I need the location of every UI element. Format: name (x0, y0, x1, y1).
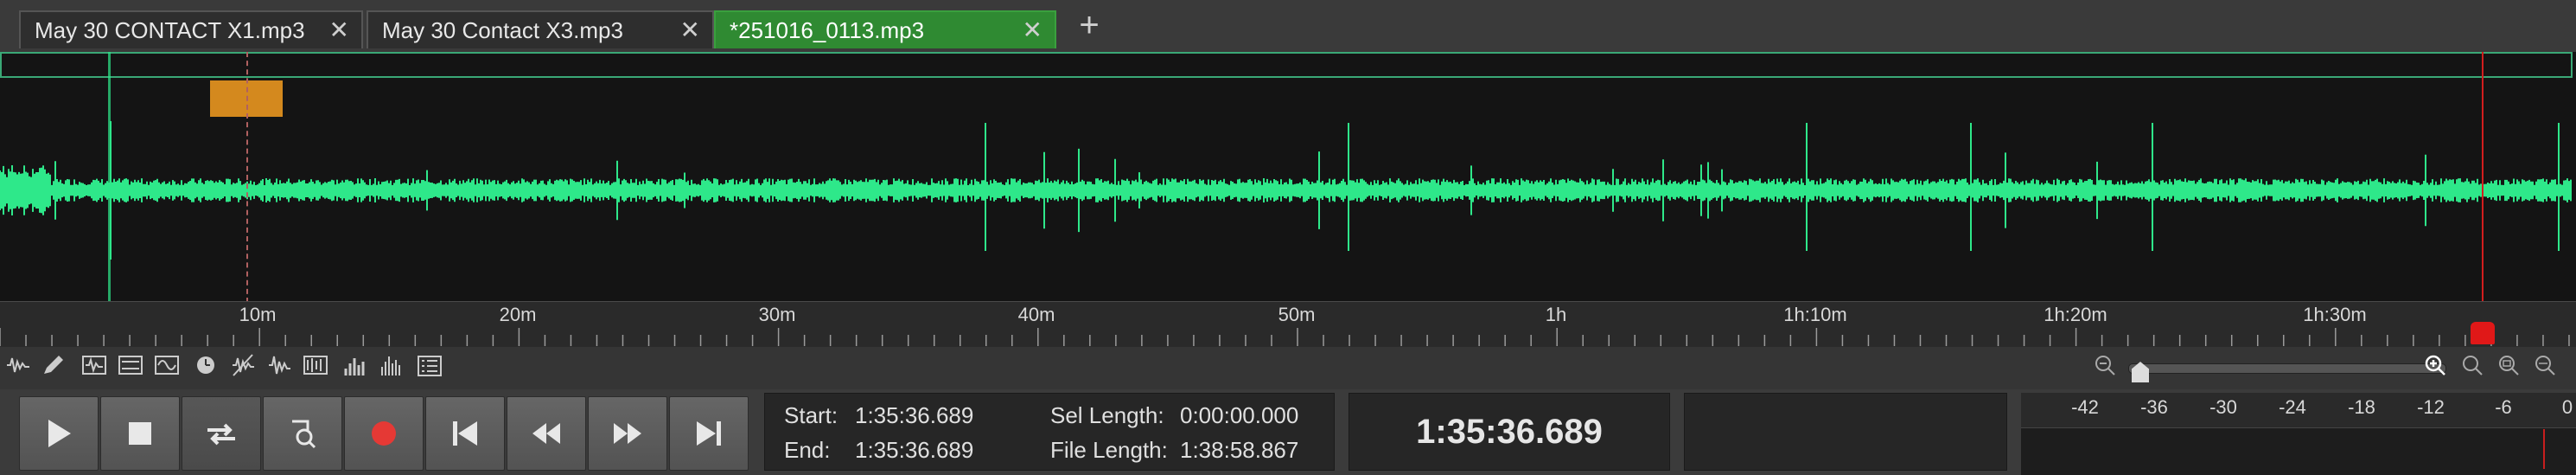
current-time: 1:35:36.689 (1416, 412, 1603, 451)
tab-label: *251016_0113.mp3 (730, 16, 925, 43)
meter-bar (2021, 427, 2576, 475)
cursor-line (246, 52, 248, 303)
list-icon[interactable] (415, 353, 444, 381)
tab-label: May 30 Contact X3.mp3 (382, 16, 623, 43)
ruler-label: 1h:30m (2303, 304, 2367, 325)
tab-file-3[interactable]: *251016_0113.mp3 ✕ (714, 10, 1056, 48)
meter-label: -30 (2209, 396, 2237, 418)
zoom-selection-icon[interactable] (2457, 353, 2488, 382)
loop-icon (207, 423, 235, 446)
zoom-in-icon[interactable] (2420, 353, 2452, 382)
level-meter: -42 -36 -30 -24 -18 -12 -6 0 (2021, 393, 2576, 475)
sel-length-value[interactable]: 0:00:00.000 (1180, 402, 1298, 429)
timer-icon[interactable] (192, 353, 221, 381)
close-icon[interactable]: ✕ (680, 17, 700, 43)
play-button[interactable] (19, 396, 99, 471)
ruler-label: 10m (239, 304, 277, 325)
effect-1-icon[interactable] (80, 353, 109, 381)
ruler-ticks (0, 328, 2570, 347)
stop-icon (129, 422, 151, 445)
fast-forward-button[interactable] (588, 396, 667, 471)
rewind-button[interactable] (507, 396, 586, 471)
normalize-icon[interactable] (301, 353, 330, 381)
ruler-label: 1h:10m (1783, 304, 1847, 325)
spectrum-icon[interactable] (341, 353, 370, 381)
tab-file-1[interactable]: May 30 CONTACT X1.mp3 ✕ (19, 10, 363, 48)
timeline-ruler[interactable]: 10m 20m 30m 40m 50m 1h 1h:10m 1h:20m 1h:… (0, 301, 2576, 347)
add-tab-button[interactable]: + (1072, 8, 1106, 43)
meter-label: -18 (2348, 396, 2375, 418)
file-length-label: File Length: (1050, 437, 1168, 463)
end-label: End: (784, 437, 831, 463)
ruler-label: 50m (1278, 304, 1316, 325)
close-icon[interactable]: ✕ (329, 17, 349, 43)
loop-button[interactable] (182, 396, 261, 471)
end-value[interactable]: 1:35:36.689 (855, 437, 973, 464)
playhead-handle[interactable] (2471, 322, 2495, 344)
effect-2-icon[interactable] (116, 353, 145, 381)
levels-icon[interactable] (377, 353, 406, 381)
sel-length-label: Sel Length: (1050, 402, 1164, 428)
zoom-fit-icon[interactable] (2493, 353, 2524, 382)
selection-info-panel: Start: 1:35:36.689 End: 1:35:36.689 Sel … (764, 393, 1335, 471)
ruler-label: 40m (1017, 304, 1055, 325)
go-to-start-button[interactable] (425, 396, 505, 471)
go-to-end-button[interactable] (669, 396, 749, 471)
skip-back-icon (453, 421, 477, 446)
skip-forward-icon (697, 421, 721, 446)
ruler-label: 1h:20m (2044, 304, 2107, 325)
tab-label: May 30 CONTACT X1.mp3 (35, 16, 305, 43)
pencil-icon[interactable] (38, 353, 67, 381)
meter-label: -24 (2279, 396, 2306, 418)
meter-label: -36 (2140, 396, 2168, 418)
zoom-full-icon[interactable] (2529, 353, 2560, 382)
play-icon (48, 420, 71, 447)
tab-file-2[interactable]: May 30 Contact X3.mp3 ✕ (367, 10, 714, 48)
close-icon[interactable]: ✕ (1023, 17, 1043, 43)
fast-forward-icon (614, 423, 641, 444)
region-edge (108, 52, 111, 301)
start-value[interactable]: 1:35:36.689 (855, 402, 973, 429)
scrub-icon (292, 420, 316, 449)
effect-3-icon[interactable] (152, 353, 182, 381)
stop-button[interactable] (100, 396, 180, 471)
record-button[interactable] (344, 396, 424, 471)
waveform[interactable] (0, 121, 2576, 260)
ruler-label: 1h (1545, 304, 1567, 325)
waveform-view-icon[interactable] (3, 353, 33, 381)
waveform-path (0, 148, 2572, 233)
empty-panel (1684, 393, 2007, 471)
meter-label: 0 (2561, 396, 2573, 418)
overview-strip[interactable] (0, 52, 2573, 78)
meter-peak-line (2543, 429, 2545, 469)
amplify-icon[interactable] (265, 353, 294, 381)
meter-label: -42 (2071, 396, 2099, 418)
rewind-icon (532, 423, 560, 444)
record-icon (372, 421, 396, 446)
start-label: Start: (784, 402, 838, 428)
meter-label: -6 (2495, 396, 2512, 418)
file-length-value: 1:38:58.867 (1180, 437, 1299, 463)
noise-reduction-icon[interactable] (228, 353, 258, 381)
ruler-label: 30m (758, 304, 796, 325)
meter-label: -12 (2417, 396, 2445, 418)
zoom-slider[interactable] (2128, 363, 2446, 374)
zoom-out-icon[interactable] (2090, 353, 2121, 382)
scrub-button[interactable] (263, 396, 342, 471)
ruler-label: 20m (499, 304, 537, 325)
